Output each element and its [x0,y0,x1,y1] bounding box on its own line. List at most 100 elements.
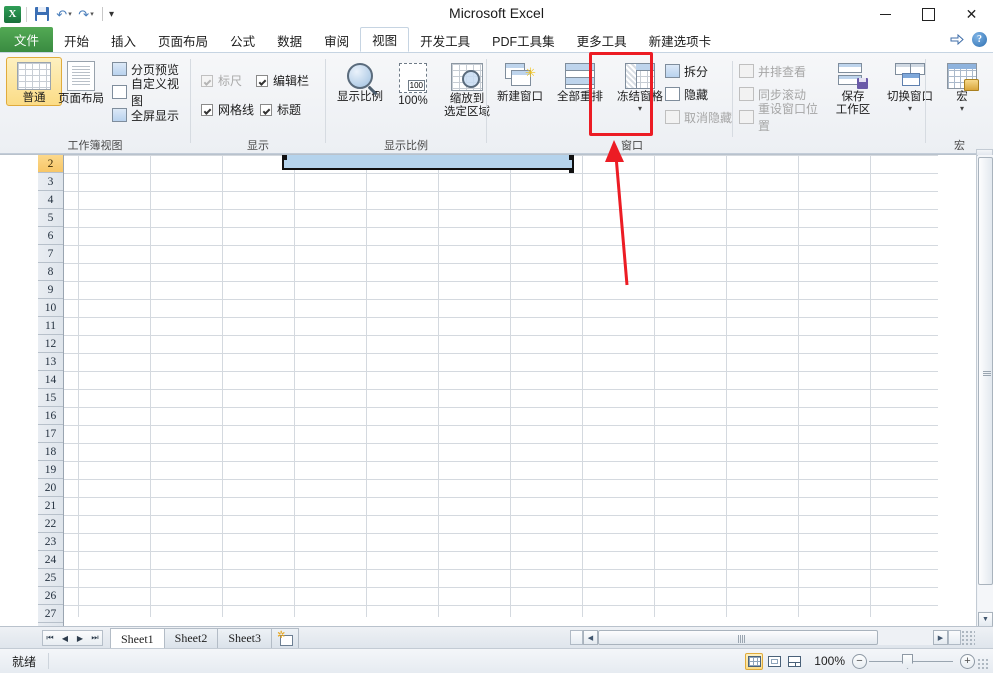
macros-button[interactable]: 宏 ▾ [942,59,982,113]
selection-handle[interactable] [569,155,574,160]
maximize-button[interactable] [907,0,950,28]
checkbox-gridlines[interactable]: 网格线 [201,99,254,120]
tab-file[interactable]: 文件 [0,27,54,52]
zoom-in-button[interactable]: + [960,654,975,669]
tab-insert[interactable]: 插入 [100,28,147,52]
cell-grid[interactable] [64,155,938,617]
collapse-ribbon-icon[interactable] [950,33,965,46]
row-header-13[interactable]: 13 [38,353,63,371]
tab-formulas[interactable]: 公式 [219,28,266,52]
tab-view[interactable]: 视图 [360,27,410,52]
previous-sheet-button[interactable]: ◀ [58,631,72,645]
row-header-25[interactable]: 25 [38,569,63,587]
reset-window-position-button[interactable]: 重设窗口位置 [739,102,827,133]
tab-developer[interactable]: 开发工具 [409,28,481,52]
row-header-24[interactable]: 24 [38,551,63,569]
arrange-all-button[interactable]: 全部重排 [551,59,609,104]
last-sheet-button[interactable]: ⏭ [88,631,102,645]
checkbox-ruler[interactable]: 标尺 [201,70,242,91]
full-screen-icon [112,108,127,122]
row-header-19[interactable]: 19 [38,461,63,479]
close-button[interactable]: ✕ [950,0,993,28]
chevron-down-icon[interactable]: ▾ [908,105,912,113]
help-icon[interactable]: ? [972,32,987,47]
tab-more-tools[interactable]: 更多工具 [566,28,638,52]
tab-data[interactable]: 数据 [266,28,313,52]
row-header-4[interactable]: 4 [38,191,63,209]
vertical-scrollbar[interactable]: ▼ [976,149,993,627]
scrollbar-thumb[interactable] [598,630,878,645]
row-header-15[interactable]: 15 [38,389,63,407]
page-break-preview-shortcut[interactable] [785,653,803,670]
scrollbar-track[interactable] [598,630,933,645]
tab-new-tab[interactable]: 新建选项卡 [638,28,723,52]
row-header-20[interactable]: 20 [38,479,63,497]
normal-view-shortcut[interactable] [745,653,763,670]
sheet-tab-sheet1[interactable]: Sheet1 [110,628,165,649]
page-layout-view-shortcut[interactable] [765,653,783,670]
sheet-tab-sheet2[interactable]: Sheet2 [163,628,219,648]
row-header-22[interactable]: 22 [38,515,63,533]
horizontal-split-handle[interactable] [570,630,583,645]
tab-review[interactable]: 审阅 [313,28,360,52]
next-sheet-button[interactable]: ▶ [73,631,87,645]
tab-split-grip[interactable] [961,630,975,645]
row-header-9[interactable]: 9 [38,281,63,299]
row-header-7[interactable]: 7 [38,245,63,263]
row-header-27[interactable]: 27 [38,605,63,623]
horizontal-resize-handle[interactable] [948,630,961,645]
zoom-100-button[interactable]: 100% [390,59,436,108]
resize-grip[interactable] [977,658,989,670]
row-header-3[interactable]: 3 [38,173,63,191]
row-header-16[interactable]: 16 [38,407,63,425]
checkbox-formula-bar[interactable]: 编辑栏 [256,70,309,91]
save-workspace-button[interactable]: 保存 工作区 [829,59,877,117]
row-header-5[interactable]: 5 [38,209,63,227]
checkbox-headings[interactable]: 标题 [260,99,301,120]
row-header-17[interactable]: 17 [38,425,63,443]
tab-pdf-tools[interactable]: PDF工具集 [481,28,566,52]
row-header-10[interactable]: 10 [38,299,63,317]
scroll-left-button[interactable]: ◀ [583,630,598,645]
minimize-button[interactable] [864,0,907,28]
row-header-21[interactable]: 21 [38,497,63,515]
fill-handle[interactable] [569,168,574,173]
row-header-23[interactable]: 23 [38,533,63,551]
hide-window-button[interactable]: 隐藏 [665,84,732,104]
sheet-tab-sheet3[interactable]: Sheet3 [217,628,273,648]
full-screen-button[interactable]: 全屏显示 [112,105,190,125]
split-button[interactable]: 拆分 [665,61,732,81]
selection-handle[interactable] [282,155,287,160]
row-header-14[interactable]: 14 [38,371,63,389]
insert-worksheet-icon [277,630,294,646]
page-layout-view-button[interactable]: 页面布局 [50,57,112,106]
zoom-dialog-button[interactable]: 显示比例 [334,59,386,104]
tab-home[interactable]: 开始 [53,28,100,52]
row-header-12[interactable]: 12 [38,335,63,353]
chevron-down-icon[interactable]: ▾ [638,105,642,113]
row-header-6[interactable]: 6 [38,227,63,245]
row-header-26[interactable]: 26 [38,587,63,605]
tab-page-layout[interactable]: 页面布局 [147,28,219,52]
row-header-11[interactable]: 11 [38,317,63,335]
chevron-down-icon[interactable]: ▾ [960,105,964,113]
zoom-slider-thumb[interactable] [902,654,913,669]
row-header-18[interactable]: 18 [38,443,63,461]
scroll-down-button[interactable]: ▼ [978,612,993,627]
custom-views-button[interactable]: 自定义视图 [112,77,190,108]
scroll-right-button[interactable]: ▶ [933,630,948,645]
horizontal-scrollbar[interactable]: ◀ ▶ [570,629,975,646]
row-header-2[interactable]: 2 [38,155,63,173]
zoom-level-label[interactable]: 100% [814,654,845,668]
new-window-button[interactable]: ✳ 新建窗口 [491,59,549,104]
first-sheet-button[interactable]: ⏮ [43,631,57,645]
row-header-8[interactable]: 8 [38,263,63,281]
view-side-by-side-button[interactable]: 并排查看 [739,61,827,81]
insert-worksheet-button[interactable] [271,628,300,648]
checkbox-box [256,74,269,87]
unhide-window-button[interactable]: 取消隐藏 [665,107,732,127]
scrollbar-thumb[interactable] [978,157,993,585]
sheet-tab-bar: ⏮ ◀ ▶ ⏭ Sheet1 Sheet2 Sheet3 ◀ ▶ [0,626,993,649]
freeze-panes-button[interactable]: 冻结窗格 ▾ [611,59,669,113]
zoom-out-button[interactable]: − [852,654,867,669]
